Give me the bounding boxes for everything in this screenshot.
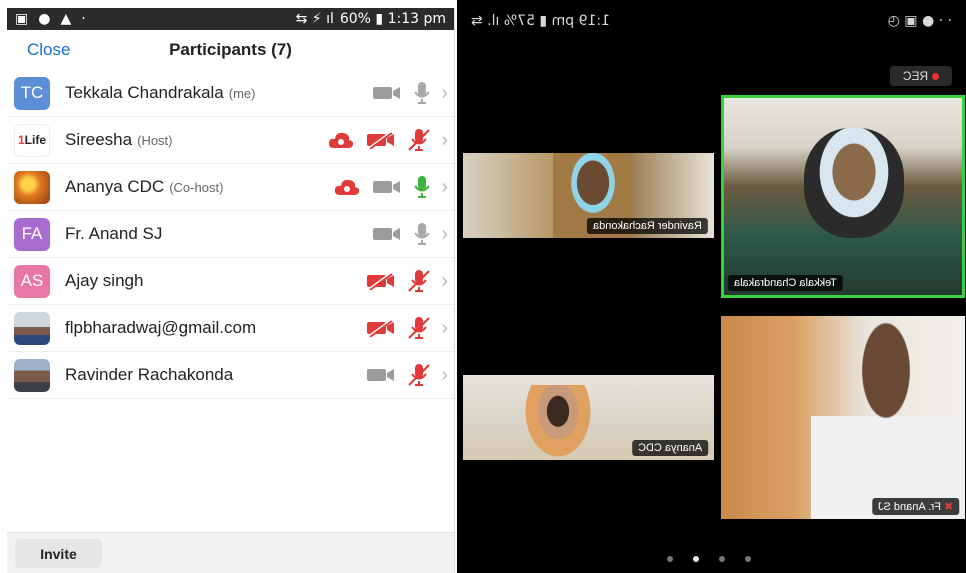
- participant-row[interactable]: 1 Life Sireesha (Host) ›: [7, 117, 454, 164]
- avatar: TC: [14, 76, 50, 110]
- participant-name: flpbharadwaj@gmail.com: [65, 318, 257, 337]
- participant-video: [811, 321, 961, 519]
- gallery-view: · · ● ▣ ◷ 1:19 pm ▮ 57% ıl. ⇆ REC Ravind…: [457, 0, 966, 573]
- mic-muted-icon: [407, 269, 431, 293]
- tile-name-label: Ravinder Rachakonda: [587, 218, 708, 234]
- chevron-right-icon[interactable]: ›: [441, 223, 448, 246]
- avatar-logo-text: Life: [24, 133, 47, 147]
- cloud-recording-icon: [334, 178, 360, 196]
- participants-footer: Invite: [7, 532, 454, 573]
- participants-header: Close Participants (7): [7, 30, 454, 70]
- page-indicator: [667, 556, 751, 562]
- page-dot[interactable]: [745, 556, 751, 562]
- video-icon: [373, 226, 401, 242]
- participant-row[interactable]: Ananya CDC (Co-host) ›: [7, 164, 454, 211]
- recording-label: REC: [902, 69, 929, 83]
- video-tile[interactable]: Ravinder Rachakonda: [463, 153, 714, 238]
- mirrored-status-left: · · ● ▣ ◷: [887, 13, 952, 29]
- participant-row[interactable]: FA Fr. Anand SJ ›: [7, 211, 454, 258]
- video-off-icon: [367, 319, 395, 337]
- participant-role: (Co-host): [169, 180, 224, 195]
- participant-row[interactable]: AS Ajay singh ›: [7, 258, 454, 305]
- invite-button[interactable]: Invite: [15, 539, 102, 568]
- mic-muted-icon: ✖: [943, 501, 953, 513]
- tile-name-label: Tekkala Chandrakala: [728, 275, 843, 291]
- avatar: [14, 170, 50, 204]
- status-right-text: 60% ▮ 1:13 pm: [339, 11, 446, 27]
- video-tile[interactable]: Ananya CDC: [463, 375, 714, 460]
- participant-name: Ananya CDC (Co-host): [65, 177, 224, 196]
- page-dot-active[interactable]: [693, 556, 699, 562]
- mic-muted-icon: [407, 363, 431, 387]
- record-dot-icon: [932, 72, 940, 80]
- signal-icons: ⇆ ⚡ ıl: [295, 11, 334, 27]
- mic-active-icon: [413, 175, 431, 199]
- gallery-icon: ▣: [15, 11, 29, 27]
- participant-row[interactable]: TC Tekkala Chandrakala (me) ›: [7, 70, 454, 117]
- avatar: FA: [14, 217, 50, 251]
- video-off-icon: [367, 131, 395, 149]
- page-dot[interactable]: [667, 556, 673, 562]
- messenger-icon: ●: [38, 11, 51, 27]
- video-off-icon: [367, 272, 395, 290]
- mic-icon: [413, 222, 431, 246]
- participant-video: [523, 385, 593, 460]
- chevron-right-icon[interactable]: ›: [441, 129, 448, 152]
- participant-name: Sireesha (Host): [65, 130, 173, 149]
- video-icon: [373, 179, 401, 195]
- participant-row[interactable]: flpbharadwaj@gmail.com ›: [7, 305, 454, 352]
- page-dot[interactable]: [719, 556, 725, 562]
- participant-role: (me): [228, 86, 256, 101]
- cloud-recording-icon: [328, 131, 354, 149]
- video-tile[interactable]: ✖ Fr. Anand SJ: [721, 316, 965, 519]
- participant-role: (Host): [137, 133, 173, 148]
- chevron-right-icon[interactable]: ›: [441, 270, 448, 293]
- mic-muted-icon: [407, 128, 431, 152]
- participant-name: Ajay singh: [65, 271, 144, 290]
- participants-panel: ▣ ● ▲ · ⇆ ⚡ ıl 60% ▮ 1:13 pm Close Parti…: [7, 8, 455, 573]
- participant-name: Ravinder Rachakonda: [65, 365, 234, 384]
- participant-name: Tekkala Chandrakala (me): [65, 83, 256, 102]
- mic-muted-icon: [407, 316, 431, 340]
- participant-video: [804, 128, 904, 238]
- participant-row[interactable]: Ravinder Rachakonda ›: [7, 352, 454, 399]
- video-tile[interactable]: Tekkala Chandrakala: [721, 95, 965, 298]
- mic-icon: [413, 81, 431, 105]
- avatar: AS: [14, 264, 50, 298]
- mirrored-status-bar: · · ● ▣ ◷ 1:19 pm ▮ 57% ıl. ⇆: [457, 10, 966, 32]
- participants-list: TC Tekkala Chandrakala (me) › 1 Life Siree…: [7, 70, 454, 399]
- chevron-right-icon[interactable]: ›: [441, 176, 448, 199]
- chevron-right-icon[interactable]: ›: [441, 364, 448, 387]
- chevron-right-icon[interactable]: ›: [441, 317, 448, 340]
- participant-name: Fr. Anand SJ: [65, 224, 163, 243]
- video-icon: [373, 85, 401, 101]
- avatar: [14, 358, 50, 392]
- warning-icon: ▲: [60, 11, 72, 27]
- recording-indicator: REC: [890, 66, 952, 86]
- close-button[interactable]: Close: [27, 40, 70, 60]
- tile-name-label: Ananya CDC: [631, 440, 708, 456]
- avatar: [14, 311, 50, 345]
- chevron-right-icon[interactable]: ›: [441, 82, 448, 105]
- mirrored-status-right: 1:19 pm ▮ 57% ıl. ⇆: [471, 13, 610, 29]
- page-title: Participants (7): [169, 40, 292, 59]
- status-bar: ▣ ● ▲ · ⇆ ⚡ ıl 60% ▮ 1:13 pm: [7, 8, 454, 30]
- video-icon: [367, 367, 395, 383]
- composite-screenshot: ▣ ● ▲ · ⇆ ⚡ ıl 60% ▮ 1:13 pm Close Parti…: [0, 0, 966, 573]
- avatar: 1 Life: [14, 123, 50, 157]
- dot-icon: ·: [81, 11, 86, 27]
- tile-name-label: ✖ Fr. Anand SJ: [871, 498, 959, 515]
